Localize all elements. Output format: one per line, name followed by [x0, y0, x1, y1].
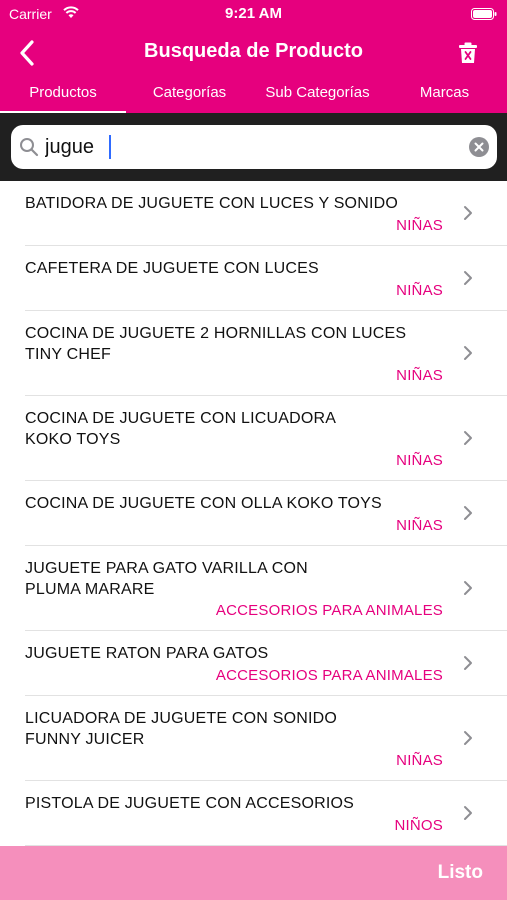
- chevron-right-icon: [464, 731, 472, 745]
- clear-search-icon[interactable]: [469, 137, 489, 157]
- list-item[interactable]: PISTOLA DE JUGUETE CON ACCESORIOS NIÑOS: [0, 781, 507, 846]
- tab-label: Categorías: [152, 84, 227, 101]
- list-item[interactable]: LICUADORA DE JUGUETE CON SONIDO FUNNY JUI…: [0, 696, 507, 781]
- product-category: ACCESORIOS PARA ANIMALES: [215, 602, 443, 619]
- product-name: COCINA DE JUGUETE 2 HORNILLAS CON LUCES T…: [25, 325, 407, 363]
- tab-bar: Productos Categorías Sub Categorías Marc…: [0, 84, 507, 113]
- list-item[interactable]: CAFETERA DE JUGUETE CON LUCES NIÑAS: [0, 246, 507, 311]
- tab-label: Sub Categorías: [265, 84, 370, 101]
- list-item[interactable]: COCINA DE JUGUETE 2 HORNILLAS CON LUCES T…: [0, 311, 507, 396]
- clear-all-button[interactable]: [455, 38, 481, 68]
- status-time: 9:21 AM: [225, 5, 282, 22]
- search-bar: [0, 113, 507, 181]
- chevron-right-icon: [464, 581, 472, 595]
- status-bar: Carrier 9:21 AM: [0, 0, 507, 28]
- search-field[interactable]: [11, 125, 497, 169]
- chevron-right-icon: [464, 656, 472, 670]
- battery-icon: [471, 7, 497, 20]
- tab-label: Productos: [29, 84, 97, 101]
- tab-productos[interactable]: Productos: [0, 84, 126, 113]
- product-name: LICUADORA DE JUGUETE CON SONIDO FUNNY JUI…: [25, 710, 338, 748]
- chevron-right-icon: [464, 806, 472, 820]
- product-category: NIÑAS: [396, 752, 443, 769]
- search-input[interactable]: [45, 133, 455, 161]
- list-item[interactable]: COCINA DE JUGUETE CON LICUADORA KOKO TOYS…: [0, 396, 507, 481]
- chevron-right-icon: [464, 346, 472, 360]
- product-category: NIÑOS: [394, 817, 443, 834]
- product-category: NIÑAS: [396, 217, 443, 234]
- footer-bar: Listo: [0, 846, 507, 900]
- product-category: NIÑAS: [396, 367, 443, 384]
- chevron-right-icon: [464, 506, 472, 520]
- search-icon: [20, 138, 39, 157]
- product-category: NIÑAS: [396, 452, 443, 469]
- done-button[interactable]: Listo: [438, 862, 483, 884]
- results-list: BATIDORA DE JUGUETE CON LUCES Y SONIDO N…: [0, 181, 507, 846]
- product-name: BATIDORA DE JUGUETE CON LUCES Y SONIDO: [25, 195, 399, 212]
- chevron-right-icon: [464, 206, 472, 220]
- product-category: NIÑAS: [396, 517, 443, 534]
- tab-sub-categorias[interactable]: Sub Categorías: [253, 84, 382, 113]
- tab-marcas[interactable]: Marcas: [382, 84, 507, 113]
- product-name: PISTOLA DE JUGUETE CON ACCESORIOS: [25, 795, 355, 812]
- product-name: COCINA DE JUGUETE CON LICUADORA KOKO TOYS: [25, 410, 337, 448]
- product-name: JUGUETE RATON PARA GATOS: [25, 645, 269, 662]
- product-category: NIÑAS: [396, 282, 443, 299]
- product-name: JUGUETE PARA GATO VARILLA CON PLUMA MARAR…: [25, 560, 308, 598]
- text-cursor: [109, 135, 111, 159]
- app-header: Carrier 9:21 AM Busqueda de Producto Pro…: [0, 0, 507, 113]
- product-name: COCINA DE JUGUETE CON OLLA KOKO TOYS: [25, 495, 382, 512]
- chevron-right-icon: [464, 431, 472, 445]
- list-item[interactable]: JUGUETE PARA GATO VARILLA CON PLUMA MARAR…: [0, 546, 507, 631]
- list-item[interactable]: BATIDORA DE JUGUETE CON LUCES Y SONIDO N…: [0, 181, 507, 246]
- tab-label: Marcas: [419, 84, 470, 101]
- list-item[interactable]: JUGUETE RATON PARA GATOS ACCESORIOS PARA…: [0, 631, 507, 696]
- product-name: CAFETERA DE JUGUETE CON LUCES: [25, 260, 319, 277]
- chevron-right-icon: [464, 271, 472, 285]
- tab-categorias[interactable]: Categorías: [126, 84, 253, 113]
- navigation-bar: Busqueda de Producto: [0, 30, 507, 76]
- list-item[interactable]: COCINA DE JUGUETE CON OLLA KOKO TOYS NIÑ…: [0, 481, 507, 546]
- trash-icon: [459, 42, 477, 63]
- product-category: ACCESORIOS PARA ANIMALES: [215, 667, 443, 684]
- page-title: Busqueda de Producto: [144, 40, 363, 62]
